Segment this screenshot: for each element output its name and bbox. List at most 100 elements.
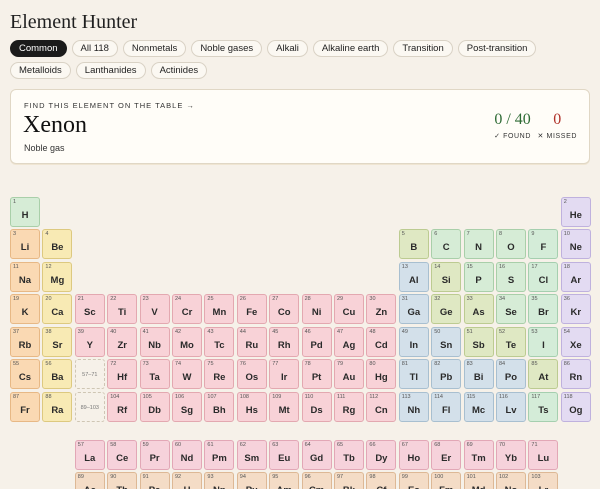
element-cell-lu[interactable]: 71 Lu xyxy=(528,440,559,470)
element-cell-bh[interactable]: 107 Bh xyxy=(204,392,235,422)
element-cell-li[interactable]: 3 Li xyxy=(10,229,40,259)
element-cell-sm[interactable]: 62 Sm xyxy=(236,440,267,470)
element-cell-nb[interactable]: 41 Nb xyxy=(139,327,170,357)
element-cell-ba[interactable]: 56 Ba xyxy=(42,359,73,389)
filter-chip-all-118[interactable]: All 118 xyxy=(71,40,118,57)
element-cell-si[interactable]: 14 Si xyxy=(431,262,462,292)
element-cell-ca[interactable]: 20 Ca xyxy=(42,294,73,324)
element-cell-no[interactable]: 102 No xyxy=(496,472,526,489)
element-cell-eu[interactable]: 63 Eu xyxy=(269,440,300,470)
element-cell-th[interactable]: 90 Th xyxy=(107,472,138,489)
element-cell-n[interactable]: 7N xyxy=(463,229,494,259)
element-cell-ac[interactable]: 89 Ac xyxy=(74,472,105,489)
element-cell-o[interactable]: 8O xyxy=(496,229,526,259)
element-cell-tl[interactable]: 81 Tl xyxy=(398,359,429,389)
element-cell-y[interactable]: 39 Y xyxy=(74,327,105,357)
element-cell-v[interactable]: 23 V xyxy=(139,294,170,324)
element-cell-fm[interactable]: 100 Fm xyxy=(431,472,462,489)
filter-chip-transition[interactable]: Transition xyxy=(393,40,453,57)
element-cell-cm[interactable]: 96 Cm xyxy=(301,472,332,489)
element-cell-ti[interactable]: 22 Ti xyxy=(107,294,138,324)
element-cell-ag[interactable]: 47 Ag xyxy=(334,327,364,357)
filter-chip-alkaline-earth[interactable]: Alkaline earth xyxy=(312,40,389,57)
element-cell-in[interactable]: 49 In xyxy=(398,327,429,357)
element-cell-lv[interactable]: 116 Lv xyxy=(496,392,526,422)
element-cell-as[interactable]: 33 As xyxy=(463,294,494,324)
element-cell-mt[interactable]: 109 Mt xyxy=(269,392,300,422)
element-cell-tc[interactable]: 43 Tc xyxy=(204,327,235,357)
element-cell-mo[interactable]: 42 Mo xyxy=(172,327,202,357)
element-cell-pr[interactable]: 59 Pr xyxy=(139,440,170,470)
filter-chip-post-transition[interactable]: Post-transition xyxy=(457,40,537,57)
element-cell-mg[interactable]: 12 Mg xyxy=(42,262,73,292)
filter-chip-metalloids[interactable]: Metalloids xyxy=(10,62,71,79)
element-cell-sn[interactable]: 50 Sn xyxy=(431,327,462,357)
element-cell-rb[interactable]: 37 Rb xyxy=(10,327,40,357)
element-cell-mn[interactable]: 25 Mn xyxy=(204,294,235,324)
element-cell-ho[interactable]: 67 Ho xyxy=(398,440,429,470)
element-cell-k[interactable]: 19 K xyxy=(10,294,40,324)
element-cell-cf[interactable]: 98 Cf xyxy=(366,472,397,489)
element-cell-se[interactable]: 34 Se xyxy=(496,294,526,324)
element-cell-sc[interactable]: 21 Sc xyxy=(74,294,105,324)
element-cell-re[interactable]: 75 Re xyxy=(204,359,235,389)
element-cell-pa[interactable]: 91 Pa xyxy=(139,472,170,489)
element-cell-nd[interactable]: 60 Nd xyxy=(172,440,202,470)
element-cell-co[interactable]: 27 Co xyxy=(269,294,300,324)
filter-chip-noble-gases[interactable]: Noble gases xyxy=(191,40,263,57)
element-cell-sg[interactable]: 106 Sg xyxy=(172,392,202,422)
element-cell-b[interactable]: 5B xyxy=(398,229,429,259)
element-cell-ru[interactable]: 44 Ru xyxy=(236,327,267,357)
element-cell-cr[interactable]: 24 Cr xyxy=(172,294,202,324)
element-cell-tm[interactable]: 69 Tm xyxy=(463,440,494,470)
element-cell-br[interactable]: 35 Br xyxy=(528,294,559,324)
element-cell-og[interactable]: 118 Og xyxy=(560,392,591,422)
element-cell-hg[interactable]: 80 Hg xyxy=(366,359,397,389)
element-cell-rg[interactable]: 111 Rg xyxy=(334,392,364,422)
element-cell-ar[interactable]: 18 Ar xyxy=(560,262,591,292)
element-cell-ga[interactable]: 31 Ga xyxy=(398,294,429,324)
element-cell-cl[interactable]: 17 Cl xyxy=(528,262,559,292)
element-cell-am[interactable]: 95 Am xyxy=(269,472,300,489)
element-cell-rn[interactable]: 86 Rn xyxy=(560,359,591,389)
element-cell-hf[interactable]: 72 Hf xyxy=(107,359,138,389)
element-cell-gd[interactable]: 64 Gd xyxy=(301,440,332,470)
element-cell-bi[interactable]: 83 Bi xyxy=(463,359,494,389)
element-cell-ge[interactable]: 32 Ge xyxy=(431,294,462,324)
element-cell-er[interactable]: 68 Er xyxy=(431,440,462,470)
element-cell-p[interactable]: 15 P xyxy=(463,262,494,292)
element-cell-ds[interactable]: 110 Ds xyxy=(301,392,332,422)
element-cell-he[interactable]: 2 He xyxy=(560,197,591,227)
element-cell-pu[interactable]: 94 Pu xyxy=(236,472,267,489)
element-cell-na[interactable]: 11 Na xyxy=(10,262,40,292)
element-cell-s[interactable]: 16 S xyxy=(496,262,526,292)
element-cell-xe[interactable]: 54 Xe xyxy=(560,327,591,357)
element-cell-kr[interactable]: 36 Kr xyxy=(560,294,591,324)
element-cell-al[interactable]: 13 Al xyxy=(398,262,429,292)
element-cell-tb[interactable]: 65 Tb xyxy=(334,440,364,470)
element-cell-rh[interactable]: 45 Rh xyxy=(269,327,300,357)
element-cell-pb[interactable]: 82 Pb xyxy=(431,359,462,389)
filter-chip-nonmetals[interactable]: Nonmetals xyxy=(122,40,187,57)
filter-chip-common[interactable]: Common xyxy=(10,40,67,57)
filter-chip-lanthanides[interactable]: Lanthanides xyxy=(75,62,146,79)
element-cell-la[interactable]: 57 La xyxy=(74,440,105,470)
element-cell-ir[interactable]: 77 Ir xyxy=(269,359,300,389)
element-cell-sb[interactable]: 51 Sb xyxy=(463,327,494,357)
element-cell-be[interactable]: 4 Be xyxy=(42,229,73,259)
element-cell-hs[interactable]: 108 Hs xyxy=(236,392,267,422)
element-cell-cn[interactable]: 112 Cn xyxy=(366,392,397,422)
element-cell-bk[interactable]: 97 Bk xyxy=(334,472,364,489)
element-cell-yb[interactable]: 70 Yb xyxy=(496,440,526,470)
filter-chip-actinides[interactable]: Actinides xyxy=(150,62,208,79)
filter-chip-alkali[interactable]: Alkali xyxy=(267,40,308,57)
element-cell-ra[interactable]: 88 Ra xyxy=(42,392,73,422)
element-cell-db[interactable]: 105 Db xyxy=(139,392,170,422)
element-cell-au[interactable]: 79 Au xyxy=(334,359,364,389)
element-cell-cd[interactable]: 48 Cd xyxy=(366,327,397,357)
element-cell-es[interactable]: 99 Es xyxy=(398,472,429,489)
element-cell-rf[interactable]: 104 Rf xyxy=(107,392,138,422)
element-cell-zn[interactable]: 30 Zn xyxy=(366,294,397,324)
element-cell-ni[interactable]: 28 Ni xyxy=(301,294,332,324)
element-cell-nh[interactable]: 113 Nh xyxy=(398,392,429,422)
